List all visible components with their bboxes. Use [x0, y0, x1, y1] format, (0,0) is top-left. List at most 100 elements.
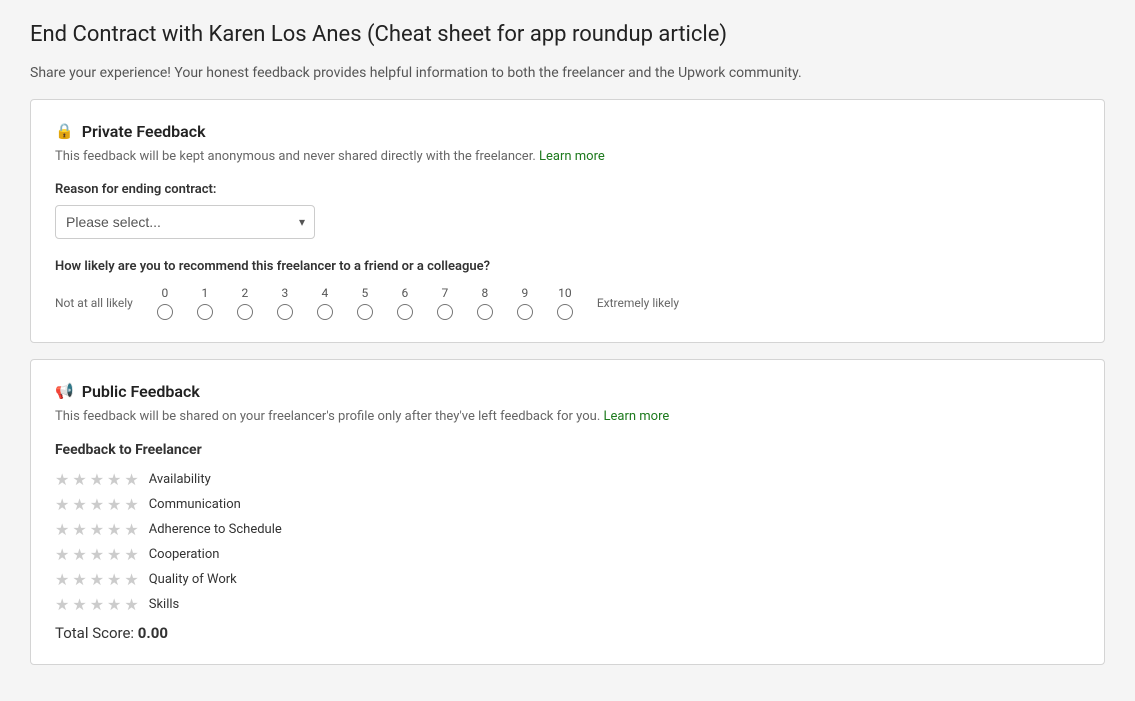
star-adherence-5[interactable]: ★ [124, 520, 138, 539]
star-adherence-4[interactable]: ★ [107, 520, 121, 539]
category-cooperation: Cooperation [149, 547, 309, 562]
star-skills-1[interactable]: ★ [55, 595, 69, 614]
likelihood-radio-5[interactable] [357, 304, 373, 320]
star-skills-3[interactable]: ★ [90, 595, 104, 614]
reason-select[interactable]: Please select... Job completed Hired som… [55, 205, 315, 239]
feedback-row-adherence: ★ ★ ★ ★ ★ Adherence to Schedule [55, 520, 1080, 539]
feedback-row-quality: ★ ★ ★ ★ ★ Quality of Work [55, 570, 1080, 589]
star-quality-5[interactable]: ★ [124, 570, 138, 589]
star-communication-1[interactable]: ★ [55, 495, 69, 514]
feedback-row-communication: ★ ★ ★ ★ ★ Communication [55, 495, 1080, 514]
likelihood-option-5: 5 [345, 286, 385, 320]
star-cooperation-3[interactable]: ★ [90, 545, 104, 564]
likelihood-option-7: 7 [425, 286, 465, 320]
star-adherence-2[interactable]: ★ [72, 520, 86, 539]
reason-label: Reason for ending contract: [55, 182, 1080, 197]
likelihood-option-2: 2 [225, 286, 265, 320]
category-availability: Availability [149, 472, 309, 487]
likelihood-radio-10[interactable] [557, 304, 573, 320]
likelihood-radio-8[interactable] [477, 304, 493, 320]
likelihood-num-6: 6 [401, 286, 408, 300]
likelihood-num-9: 9 [521, 286, 528, 300]
star-adherence-1[interactable]: ★ [55, 520, 69, 539]
star-quality-3[interactable]: ★ [90, 570, 104, 589]
page-subtitle: Share your experience! Your honest feedb… [30, 65, 1105, 81]
star-skills-2[interactable]: ★ [72, 595, 86, 614]
star-cooperation-2[interactable]: ★ [72, 545, 86, 564]
total-score: Total Score: 0.00 [55, 624, 1080, 642]
total-score-label: Total Score: [55, 624, 134, 642]
star-communication-5[interactable]: ★ [124, 495, 138, 514]
star-availability-5[interactable]: ★ [124, 470, 138, 489]
star-availability-1[interactable]: ★ [55, 470, 69, 489]
likelihood-radio-4[interactable] [317, 304, 333, 320]
star-quality-2[interactable]: ★ [72, 570, 86, 589]
star-skills-5[interactable]: ★ [124, 595, 138, 614]
star-availability-3[interactable]: ★ [90, 470, 104, 489]
not-likely-label: Not at all likely [55, 296, 133, 310]
likelihood-options: 0 1 2 3 4 5 6 [145, 286, 585, 320]
star-communication-4[interactable]: ★ [107, 495, 121, 514]
likelihood-radio-3[interactable] [277, 304, 293, 320]
page-title: End Contract with Karen Los Anes (Cheat … [30, 20, 1105, 51]
private-feedback-header: 🔒 Private Feedback [55, 122, 1080, 141]
likelihood-option-9: 9 [505, 286, 545, 320]
likelihood-radio-0[interactable] [157, 304, 173, 320]
star-cooperation-1[interactable]: ★ [55, 545, 69, 564]
lock-icon: 🔒 [55, 122, 74, 140]
public-feedback-description: This feedback will be shared on your fre… [55, 409, 1080, 424]
likelihood-option-1: 1 [185, 286, 225, 320]
star-skills-4[interactable]: ★ [107, 595, 121, 614]
public-feedback-learn-more[interactable]: Learn more [604, 409, 670, 424]
category-skills: Skills [149, 597, 309, 612]
stars-quality: ★ ★ ★ ★ ★ [55, 570, 139, 589]
likelihood-num-0: 0 [161, 286, 168, 300]
star-communication-3[interactable]: ★ [90, 495, 104, 514]
likelihood-radio-7[interactable] [437, 304, 453, 320]
star-quality-4[interactable]: ★ [107, 570, 121, 589]
feedback-to-freelancer-title: Feedback to Freelancer [55, 442, 1080, 458]
stars-adherence: ★ ★ ★ ★ ★ [55, 520, 139, 539]
star-cooperation-4[interactable]: ★ [107, 545, 121, 564]
likelihood-num-4: 4 [321, 286, 328, 300]
public-feedback-title: Public Feedback [82, 382, 200, 401]
likelihood-num-7: 7 [441, 286, 448, 300]
likelihood-num-2: 2 [241, 286, 248, 300]
star-quality-1[interactable]: ★ [55, 570, 69, 589]
megaphone-icon: 📢 [55, 382, 74, 400]
public-feedback-header: 📢 Public Feedback [55, 382, 1080, 401]
reason-select-wrapper: Please select... Job completed Hired som… [55, 205, 315, 239]
likelihood-row: Not at all likely 0 1 2 3 4 [55, 286, 1080, 320]
extremely-likely-label: Extremely likely [597, 296, 679, 310]
feedback-row-availability: ★ ★ ★ ★ ★ Availability [55, 470, 1080, 489]
category-communication: Communication [149, 497, 309, 512]
feedback-row-skills: ★ ★ ★ ★ ★ Skills [55, 595, 1080, 614]
likelihood-option-10: 10 [545, 286, 585, 320]
likelihood-num-10: 10 [558, 286, 572, 300]
stars-communication: ★ ★ ★ ★ ★ [55, 495, 139, 514]
star-communication-2[interactable]: ★ [72, 495, 86, 514]
public-feedback-card: 📢 Public Feedback This feedback will be … [30, 359, 1105, 665]
stars-cooperation: ★ ★ ★ ★ ★ [55, 545, 139, 564]
star-adherence-3[interactable]: ★ [90, 520, 104, 539]
stars-skills: ★ ★ ★ ★ ★ [55, 595, 139, 614]
category-quality: Quality of Work [149, 572, 309, 587]
stars-availability: ★ ★ ★ ★ ★ [55, 470, 139, 489]
private-feedback-description: This feedback will be kept anonymous and… [55, 149, 1080, 164]
likelihood-radio-6[interactable] [397, 304, 413, 320]
private-feedback-learn-more[interactable]: Learn more [539, 149, 605, 164]
star-availability-4[interactable]: ★ [107, 470, 121, 489]
star-availability-2[interactable]: ★ [72, 470, 86, 489]
likelihood-radio-2[interactable] [237, 304, 253, 320]
likelihood-radio-1[interactable] [197, 304, 213, 320]
likelihood-radio-9[interactable] [517, 304, 533, 320]
likelihood-num-3: 3 [281, 286, 288, 300]
recommend-question: How likely are you to recommend this fre… [55, 259, 1080, 274]
feedback-row-cooperation: ★ ★ ★ ★ ★ Cooperation [55, 545, 1080, 564]
star-cooperation-5[interactable]: ★ [124, 545, 138, 564]
likelihood-option-4: 4 [305, 286, 345, 320]
private-feedback-card: 🔒 Private Feedback This feedback will be… [30, 99, 1105, 343]
likelihood-option-8: 8 [465, 286, 505, 320]
likelihood-num-5: 5 [361, 286, 368, 300]
likelihood-num-8: 8 [481, 286, 488, 300]
